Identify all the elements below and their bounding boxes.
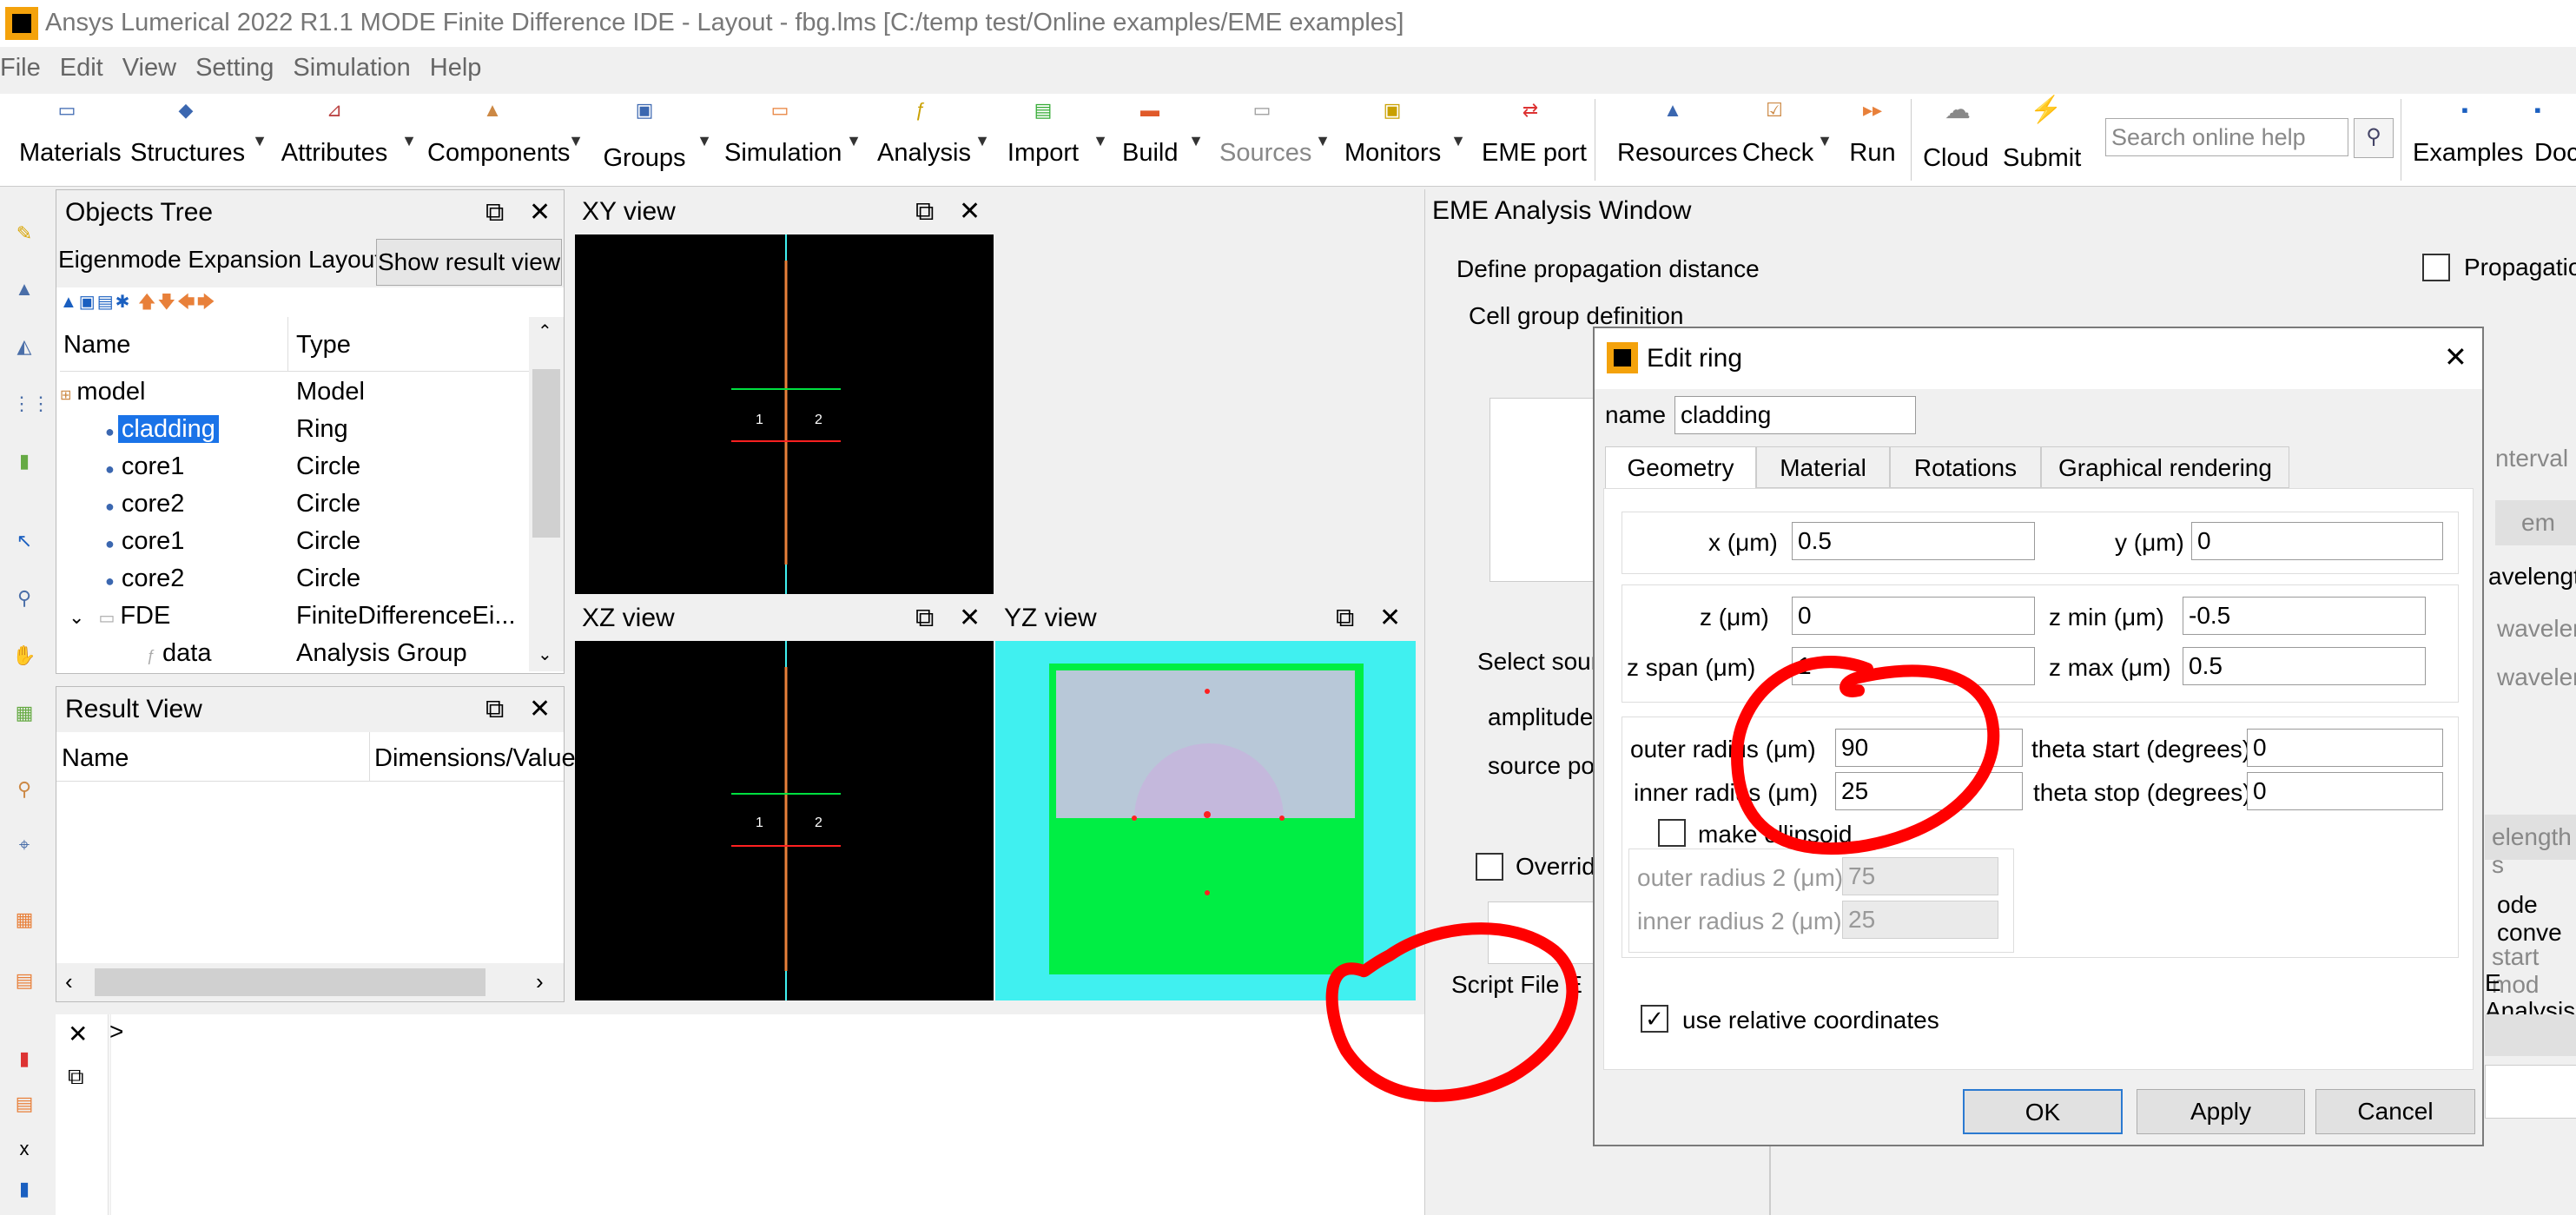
annotation-circle-1 [1730,656,2000,855]
annotation-circle-2 [1325,922,1579,1102]
red-annotation-overlay [1325,656,2000,1102]
